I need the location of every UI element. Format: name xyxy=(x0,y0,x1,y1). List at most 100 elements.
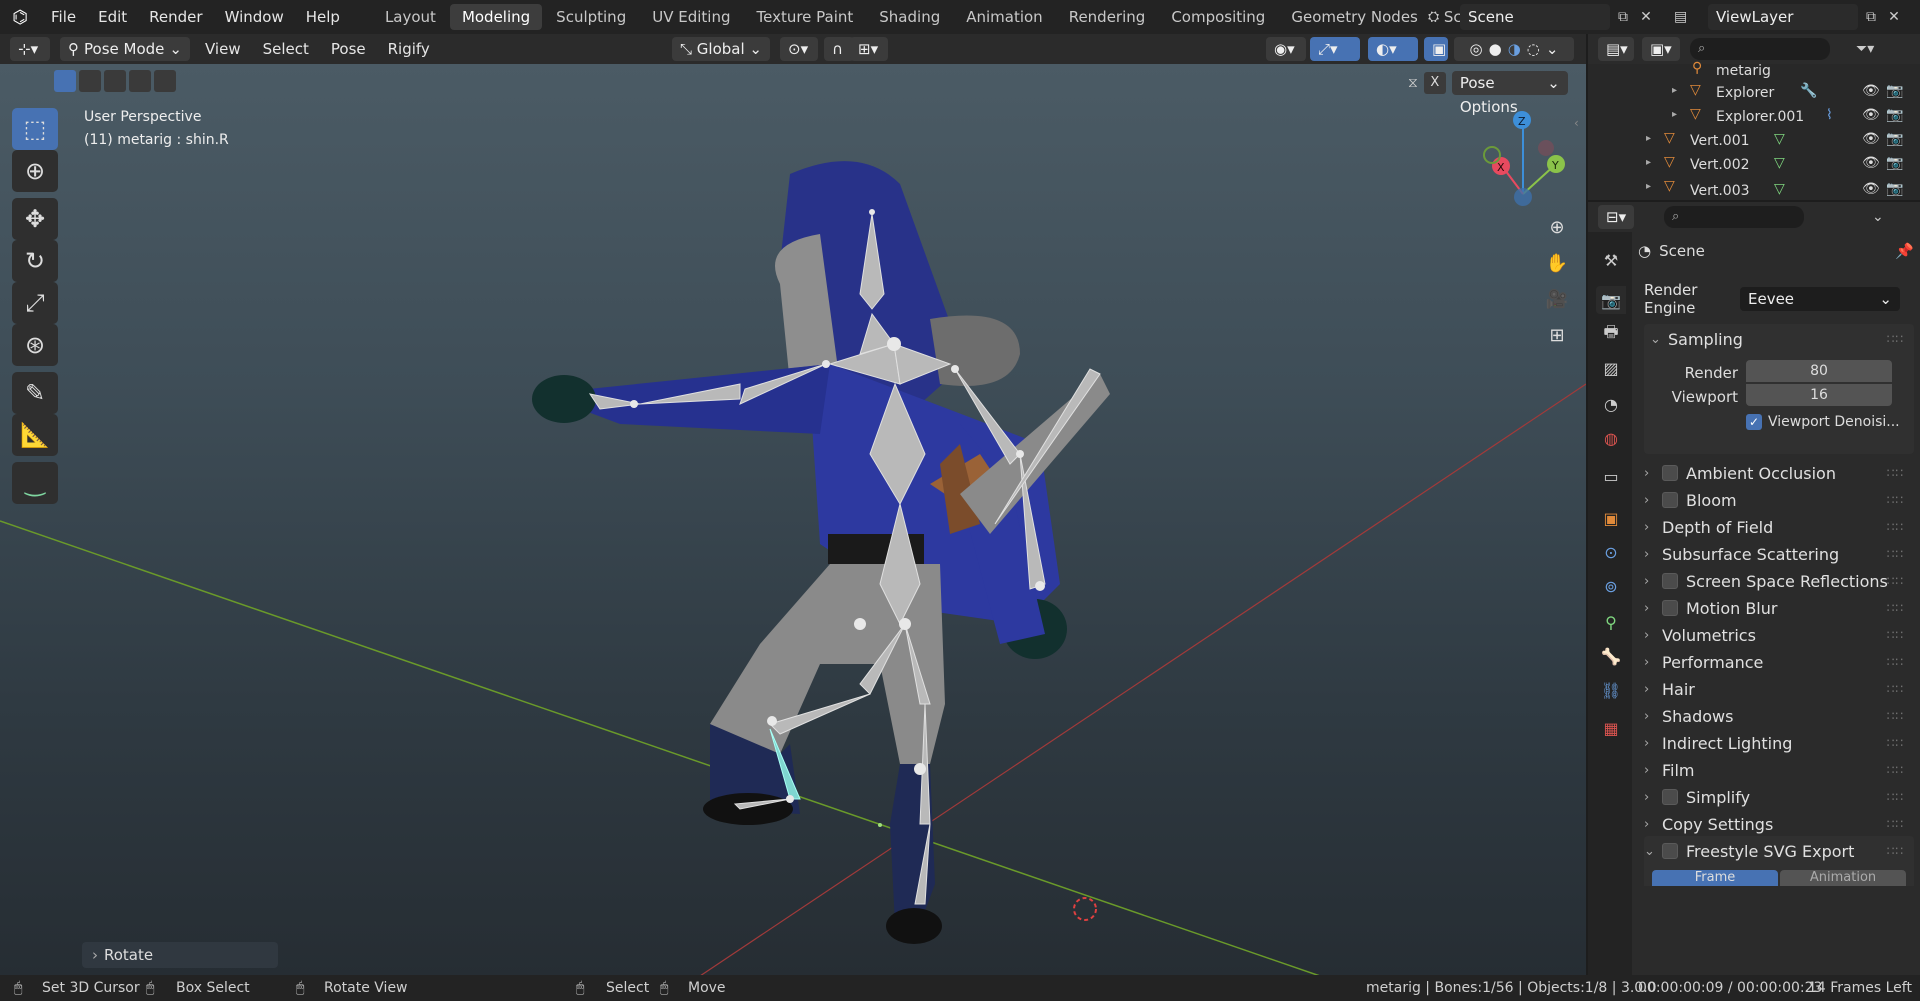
drag-handle-icon[interactable]: ∷∷ xyxy=(1887,628,1904,642)
tab-animation-mode[interactable]: Animation xyxy=(1780,870,1906,886)
expand-arrow-icon[interactable]: ▸ xyxy=(1672,109,1677,120)
outliner-editor-type[interactable]: ▤▾ xyxy=(1598,37,1634,61)
panel-shadows[interactable]: › Shadows ∷∷ xyxy=(1644,701,1914,731)
panel-bloom[interactable]: › Bloom ∷∷ xyxy=(1644,485,1914,515)
outliner-row[interactable]: ▸ ▽ Explorer 🔧 👁 📷 xyxy=(1588,82,1920,106)
tab-shading[interactable]: Shading xyxy=(867,4,952,30)
panel-performance[interactable]: › Performance ∷∷ xyxy=(1644,647,1914,677)
tab-rendering[interactable]: Rendering xyxy=(1057,4,1158,30)
panel-subsurface-scattering[interactable]: › Subsurface Scattering ∷∷ xyxy=(1644,539,1914,569)
eye-icon[interactable]: 👁 xyxy=(1862,107,1880,123)
scene-tab-icon[interactable]: ◔ xyxy=(1596,390,1626,418)
solid-shading-icon[interactable]: ● xyxy=(1489,37,1502,61)
bone-tab-icon[interactable]: 🦴 xyxy=(1596,642,1626,670)
drag-handle-icon[interactable]: ∷∷ xyxy=(1887,844,1904,858)
camera-render-icon[interactable]: 📷 xyxy=(1886,107,1903,123)
new-viewlayer-icon[interactable]: ⧉ xyxy=(1858,9,1884,25)
material-shading-icon[interactable]: ◑ xyxy=(1508,37,1521,61)
tab-animation[interactable]: Animation xyxy=(954,4,1054,30)
xray-toggle[interactable]: ▣ xyxy=(1424,37,1448,61)
mode-dropdown[interactable]: ⚲ Pose Mode ⌄ xyxy=(60,37,190,61)
eye-icon[interactable]: 👁 xyxy=(1862,155,1880,171)
view-layer-tab-icon[interactable]: ▨ xyxy=(1596,354,1626,382)
tab-frame[interactable]: Frame xyxy=(1652,870,1778,886)
expand-arrow-icon[interactable]: ▸ xyxy=(1672,85,1677,96)
editor-type-dropdown[interactable]: ⊹▾ xyxy=(10,37,50,61)
expand-arrow-icon[interactable]: ▸ xyxy=(1646,133,1651,144)
menu-window[interactable]: Window xyxy=(214,0,295,34)
outliner-row[interactable]: ⚲ metarig xyxy=(1588,60,1920,84)
modifier-icon[interactable]: 🔧 xyxy=(1800,83,1817,99)
gizmo-neg-z-icon[interactable] xyxy=(1514,188,1532,206)
texture-tab-icon[interactable]: ▦ xyxy=(1596,714,1626,742)
object-tab-icon[interactable]: ▣ xyxy=(1596,504,1626,532)
tab-modeling[interactable]: Modeling xyxy=(449,4,543,30)
bone-relax-tool[interactable]: ‿ xyxy=(12,462,58,504)
render-tab-icon[interactable]: 📷 xyxy=(1596,286,1626,314)
scene-icon[interactable]: ⛭ xyxy=(1428,9,1460,25)
new-scene-icon[interactable]: ⧉ xyxy=(1610,9,1636,25)
outliner-row[interactable]: ▸ ▽ Vert.001 ▽ 👁 📷 xyxy=(1588,130,1920,154)
chevron-down-icon[interactable]: ⌄ xyxy=(1546,37,1559,61)
mirror-icon[interactable]: ⧖ xyxy=(1408,75,1418,91)
select-subtract-icon[interactable] xyxy=(104,70,126,92)
tab-layout[interactable]: Layout xyxy=(373,4,448,30)
snap-target-dropdown[interactable]: ⊞▾ xyxy=(850,37,888,61)
drag-handle-icon[interactable]: ∷∷ xyxy=(1887,332,1904,346)
sampling-header[interactable]: ⌄ Sampling ∷∷ xyxy=(1644,324,1914,354)
measure-tool[interactable]: 📐 xyxy=(12,414,58,456)
menu-edit[interactable]: Edit xyxy=(87,0,138,34)
drag-handle-icon[interactable]: ∷∷ xyxy=(1887,736,1904,750)
expand-arrow-icon[interactable]: ▸ xyxy=(1646,181,1651,192)
navigation-gizmo[interactable]: Z Y X xyxy=(1483,111,1565,206)
drag-handle-icon[interactable]: ∷∷ xyxy=(1887,709,1904,723)
shading-modes[interactable]: ◎ ● ◑ ◌ ⌄ xyxy=(1454,37,1574,61)
wireframe-shading-icon[interactable]: ◎ xyxy=(1470,37,1483,61)
chevron-down-icon[interactable]: ⌄ xyxy=(1872,209,1884,225)
character-model[interactable] xyxy=(532,161,1110,944)
select-intersect-icon[interactable] xyxy=(154,70,176,92)
3d-viewport[interactable]: Z Y X User Perspective (11) metarig : sh… xyxy=(0,64,1586,976)
menu-rigify[interactable]: Rigify xyxy=(377,40,441,58)
sidebar-toggle-icon[interactable]: ‹ xyxy=(1574,116,1579,130)
tab-geometry-nodes[interactable]: Geometry Nodes xyxy=(1279,4,1430,30)
menu-render[interactable]: Render xyxy=(138,0,213,34)
remove-scene-icon[interactable]: ✕ xyxy=(1636,9,1656,25)
drag-handle-icon[interactable]: ∷∷ xyxy=(1887,547,1904,561)
transform-tool[interactable]: ⊛ xyxy=(12,324,58,366)
panel-simplify[interactable]: › Simplify ∷∷ xyxy=(1644,782,1914,812)
blender-logo-icon[interactable]: ⌬ xyxy=(0,7,40,28)
drag-handle-icon[interactable]: ∷∷ xyxy=(1887,763,1904,777)
drag-handle-icon[interactable]: ∷∷ xyxy=(1887,601,1904,615)
motion-blur-checkbox[interactable] xyxy=(1662,600,1678,616)
ambient-occlusion-checkbox[interactable] xyxy=(1662,465,1678,481)
drag-handle-icon[interactable]: ∷∷ xyxy=(1887,682,1904,696)
eye-icon[interactable]: 👁 xyxy=(1862,181,1880,197)
viewlayer-field[interactable]: ViewLayer xyxy=(1708,4,1858,30)
panel-indirect-lighting[interactable]: › Indirect Lighting ∷∷ xyxy=(1644,728,1914,758)
ssr-checkbox[interactable] xyxy=(1662,573,1678,589)
x-mirror-toggle[interactable]: X xyxy=(1423,72,1446,94)
select-box-tool[interactable]: ⬚ xyxy=(12,108,58,150)
outliner-row[interactable]: ▸ ▽ Vert.002 ▽ 👁 📷 xyxy=(1588,154,1920,178)
move-tool[interactable]: ✥ xyxy=(12,198,58,240)
expand-arrow-icon[interactable]: ▸ xyxy=(1646,157,1651,168)
output-tab-icon[interactable]: 🖶 xyxy=(1596,320,1626,348)
visibility-dropdown[interactable]: ◉▾ xyxy=(1266,37,1306,61)
camera-render-icon[interactable]: 📷 xyxy=(1886,83,1903,99)
panel-motion-blur[interactable]: › Motion Blur ∷∷ xyxy=(1644,593,1914,623)
tab-sculpting[interactable]: Sculpting xyxy=(544,4,638,30)
render-samples-field[interactable]: 80 xyxy=(1746,360,1892,382)
outliner-search-input[interactable]: ⌕ xyxy=(1690,38,1830,60)
tool-tab-icon[interactable]: ⚒ xyxy=(1596,246,1626,274)
scale-tool[interactable]: ⤢ xyxy=(12,282,58,324)
bone-constraint-tab-icon[interactable]: ⛓ xyxy=(1596,676,1626,704)
last-operator-panel[interactable]: › Rotate xyxy=(82,942,278,968)
collection-tab-icon[interactable]: ▭ xyxy=(1596,462,1626,490)
pin-icon[interactable]: 📌 xyxy=(1895,242,1914,260)
world-tab-icon[interactable]: ◍ xyxy=(1596,424,1626,452)
remove-viewlayer-icon[interactable]: ✕ xyxy=(1884,9,1904,25)
drag-handle-icon[interactable]: ∷∷ xyxy=(1887,574,1904,588)
menu-view[interactable]: View xyxy=(194,40,252,58)
rendered-shading-icon[interactable]: ◌ xyxy=(1527,37,1540,61)
